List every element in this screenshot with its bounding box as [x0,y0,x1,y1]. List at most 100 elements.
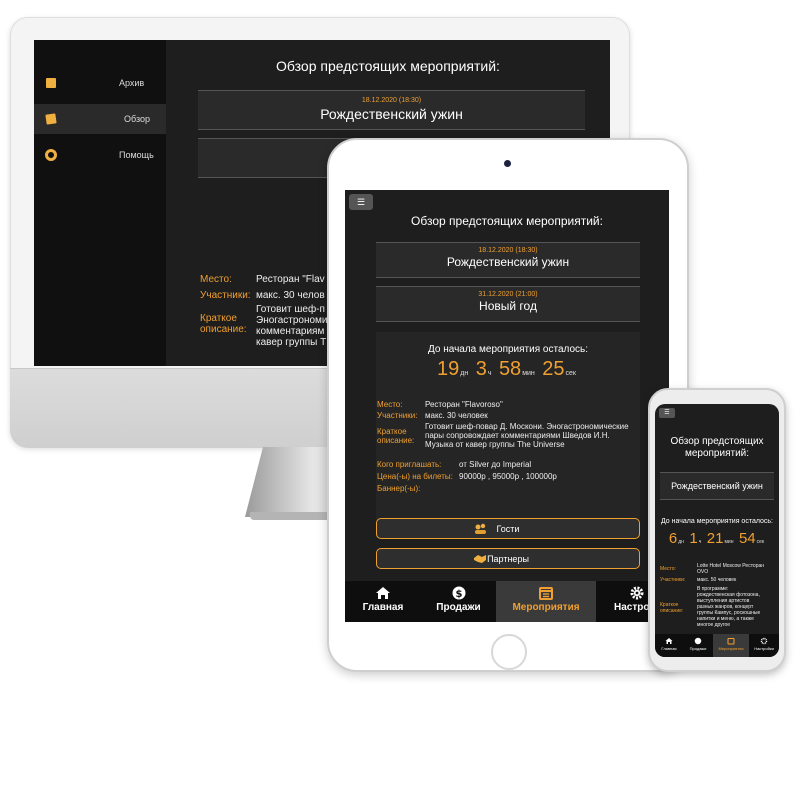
place-value: Ресторан "Flav [256,274,325,285]
tab-label: Продажи [436,602,481,613]
tablet-screen: ☰ Обзор предстоящих мероприятий: 18.12.2… [345,190,669,622]
event-name: Рождественский ужин [446,255,570,269]
tab-home[interactable]: Главная [345,581,421,622]
tab-label: Настройки [754,646,774,651]
desktop-sidebar: Архив Обзор Помощь [34,40,166,366]
tab-sales[interactable]: Продажи [683,634,713,657]
price-label: Цена(-ы) на билеты: [377,472,453,481]
sidebar-item-label: Помощь [119,150,154,160]
countdown-hours: 3 [475,358,487,380]
event-card[interactable]: 18.12.2020 (18:30) Рождественский ужин [198,90,585,130]
guests-button[interactable]: Гости [376,518,640,539]
countdown-hours-unit: ч [487,370,492,377]
tablet-home-button[interactable] [491,634,527,670]
description-label: описание: [200,324,247,335]
price-value: 90000р , 95000р , 100000р [459,472,557,481]
event-card[interactable]: Рождественский ужин [660,472,774,500]
home-icon [665,638,673,644]
help-icon [45,149,57,161]
countdown-seconds: 25 [542,358,565,380]
partners-button[interactable]: Партнеры [376,548,640,569]
bottom-nav: Главная $ Продажи Мероприятия Настро [345,581,669,622]
description-line: Музыка от кавер группы The Universe [425,440,565,449]
countdown-days: 19 [437,358,460,380]
calendar-icon [539,587,553,600]
bottom-nav: Главная Продажи Мероприятия Настройки [655,634,779,657]
tab-settings[interactable]: Настройки [749,634,779,657]
banner-label: Баннер(-ы): [377,484,421,493]
invite-label: Кого приглашать: [377,460,442,469]
calendar-icon [727,638,735,645]
tab-label: Мероприятия [718,646,744,651]
participants-value: макс. 30 челов [256,290,325,301]
countdown-label: До начала мероприятия осталось: [427,344,589,355]
description-line: Эногастрономи [256,315,328,326]
countdown-timer: 19дн 3ч 58мин 25сек [376,358,640,381]
phone-screen: ☰ Обзор предстоящих мероприятий: Рождест… [655,404,779,657]
tab-sales[interactable]: $ Продажи [421,581,496,622]
place-label: Место: [660,566,676,572]
countdown-days-unit: дн [678,539,684,545]
participants-label: Участники: [377,411,418,420]
description-line: многое другое [697,622,731,628]
home-icon [376,587,390,599]
event-card[interactable]: 31.12.2020 (21:00) Новый год [376,286,640,322]
svg-text:$: $ [455,589,462,600]
countdown-days: 6 [668,530,678,547]
participants-value: макс. 30 человек [425,411,488,420]
participants-value: макс. 50 человек [697,577,737,583]
menu-button[interactable]: ☰ [659,408,675,418]
tab-label: Мероприятия [512,602,580,613]
countdown-minutes: 58 [498,358,522,380]
countdown-days-unit: дн [460,370,469,377]
handshake-icon [474,555,486,563]
countdown-minutes-unit: мин [724,539,734,545]
description-line: пары сопровождает комментариями Шведов И… [425,431,610,440]
page-title: Обзор предстоящих мероприятий: [276,58,500,74]
sidebar-item-label: Обзор [124,114,150,124]
page-title: Обзор предстоящих мероприятий: [411,214,603,228]
tab-label: Настро [614,602,650,613]
countdown-minutes: 21 [706,530,724,547]
tab-home[interactable]: Главная [655,634,683,657]
event-name: Новый год [479,299,537,313]
countdown-label: До начала мероприятия осталось: [660,518,773,525]
place-label: Место: [377,400,403,409]
place-value: OVO [697,569,709,575]
place-label: Место: [200,274,232,285]
event-name: Рождественский ужин [320,106,463,122]
tablet-camera [504,160,511,167]
event-date: 18.12.2020 (18:30) [361,97,422,104]
gear-icon [760,637,768,645]
tab-label: Главная [661,646,677,651]
page-title: Обзор предстоящих мероприятий: [670,436,764,459]
countdown-seconds-unit: сек [756,539,765,545]
tab-events[interactable]: Мероприятия [713,634,749,657]
partners-button-label: Партнеры [487,553,529,564]
countdown-hours-unit: ч [698,539,702,545]
dollar-icon [694,637,702,645]
description-label: Краткое [200,313,237,324]
description-label: описание: [377,436,415,445]
gear-icon [630,586,644,600]
countdown-minutes-unit: мин [522,370,535,377]
sidebar-item-overview[interactable]: Обзор [34,104,166,134]
sidebar-item-help[interactable]: Помощь [34,140,166,170]
menu-button[interactable]: ☰ [349,194,373,210]
participants-label: Участники: [200,290,251,301]
description-line: комментариям [256,326,325,337]
description-label: описание: [660,608,684,614]
description-label: Краткое [377,427,407,436]
sidebar-item-archive[interactable]: Архив [34,68,166,98]
countdown-timer: 6дн 1ч 21мин 54сек [655,530,779,548]
countdown-hours: 1 [689,530,698,547]
place-value: Ресторан "Flavoroso" [425,400,503,409]
tab-events[interactable]: Мероприятия [496,581,596,622]
dollar-icon: $ [452,586,465,600]
invite-value: от Silver до Imperial [459,460,532,469]
event-date: 31.12.2020 (21:00) [478,291,538,298]
tab-label: Главная [362,602,404,613]
event-card[interactable]: 18.12.2020 (18:30) Рождественский ужин [376,242,640,278]
overview-icon [45,113,57,125]
description-line: Готовит шеф-п [256,304,325,315]
